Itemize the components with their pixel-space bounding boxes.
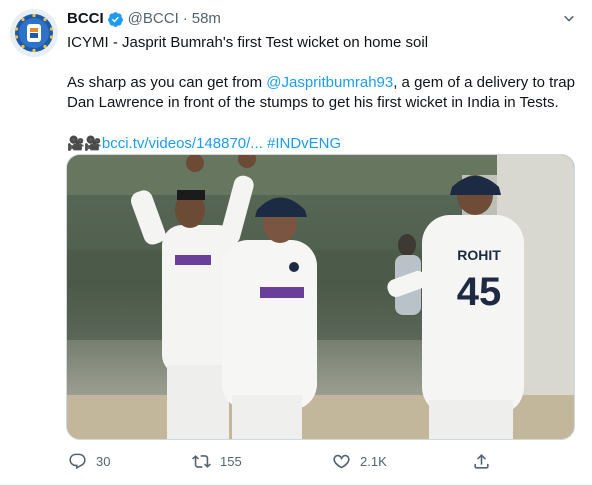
like-count: 2.1K <box>360 453 387 469</box>
jersey-name-text: ROHIT <box>457 247 501 263</box>
tweet-paragraph: As sharp as you can get from @Jaspritbum… <box>67 73 582 113</box>
verified-badge-icon <box>107 11 124 28</box>
heart-icon <box>330 450 352 472</box>
reply-count: 30 <box>96 453 111 469</box>
tweet-actions: 30 155 2.1K <box>60 448 520 474</box>
tweet[interactable]: BCCI @BCCI · 58m ICYMI - Jasprit Bumrah'… <box>0 0 592 485</box>
mention-link[interactable]: @Jaspritbumrah93 <box>266 74 393 91</box>
tweet-time[interactable]: 58m <box>192 10 221 28</box>
video-url-link[interactable]: bcci.tv/videos/148870/... <box>102 135 263 152</box>
bcci-logo-icon <box>10 9 58 57</box>
tweet-links-line: 🎥🎥bcci.tv/videos/148870/... #INDvENG <box>67 133 582 154</box>
tweet-text: ICYMI - Jasprit Bumrah's first Test wick… <box>67 33 582 154</box>
retweet-action[interactable]: 155 <box>190 448 242 474</box>
retweet-count: 155 <box>220 453 242 469</box>
like-action[interactable]: 2.1K <box>330 448 387 474</box>
author-handle[interactable]: @BCCI <box>128 10 179 28</box>
share-action[interactable] <box>470 448 492 474</box>
bcci-avatar[interactable] <box>10 9 58 57</box>
jersey-number-text: 45 <box>457 270 502 314</box>
tweet-photo[interactable]: ROHIT 45 <box>66 154 575 440</box>
share-icon <box>470 450 492 472</box>
more-options-icon[interactable] <box>556 6 582 32</box>
reply-icon <box>66 450 88 472</box>
tweet-line-headline: ICYMI - Jasprit Bumrah's first Test wick… <box>67 34 429 51</box>
cricket-celebration-image: ROHIT 45 <box>67 155 574 439</box>
reply-action[interactable]: 30 <box>66 448 110 474</box>
tweet-text-prefix: As sharp as you can get from <box>67 74 267 91</box>
tweet-header: BCCI @BCCI · 58m <box>67 10 221 28</box>
hashtag-link[interactable]: #INDvENG <box>267 135 341 152</box>
author-name[interactable]: BCCI <box>67 10 104 28</box>
separator-dot: · <box>182 10 188 27</box>
video-camera-icon: 🎥🎥 <box>67 135 102 151</box>
retweet-icon <box>190 450 212 472</box>
